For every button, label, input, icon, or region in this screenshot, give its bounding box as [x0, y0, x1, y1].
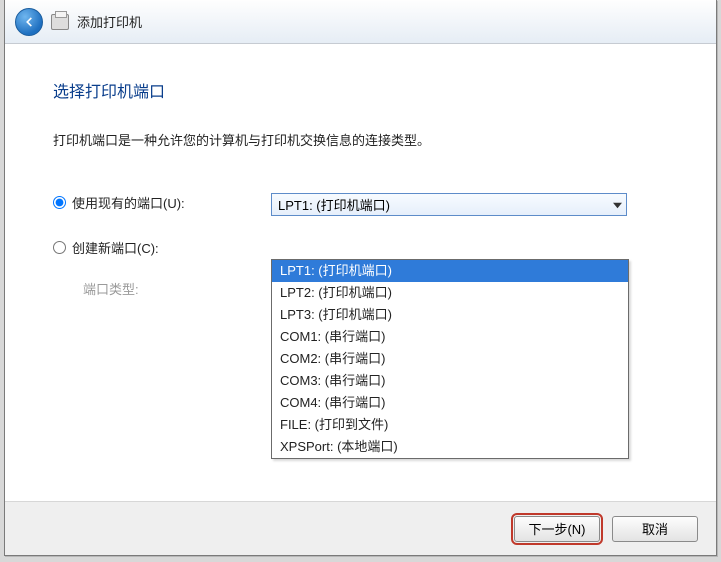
port-option[interactable]: COM2: (串行端口): [272, 348, 628, 370]
page-description: 打印机端口是一种允许您的计算机与打印机交换信息的连接类型。: [53, 130, 670, 149]
port-option[interactable]: FILE: (打印到文件): [272, 414, 628, 436]
port-option[interactable]: COM4: (串行端口): [272, 392, 628, 414]
port-option[interactable]: LPT3: (打印机端口): [272, 304, 628, 326]
radio-create-new[interactable]: 创建新端口(C):: [53, 238, 271, 257]
port-combo[interactable]: LPT1: (打印机端口): [271, 193, 627, 216]
chevron-down-icon: [613, 198, 622, 213]
cancel-button[interactable]: 取消: [612, 516, 698, 542]
next-button[interactable]: 下一步(N): [514, 516, 600, 542]
port-option[interactable]: LPT1: (打印机端口): [272, 260, 628, 282]
radio-use-existing-input[interactable]: [53, 196, 66, 209]
printer-icon: [51, 14, 69, 30]
port-type-label: 端口类型:: [83, 279, 139, 298]
dialog-window: 添加打印机 选择打印机端口 打印机端口是一种允许您的计算机与打印机交换信息的连接…: [4, 0, 717, 556]
dialog-footer: 下一步(N) 取消: [5, 501, 716, 555]
port-dropdown-list[interactable]: LPT1: (打印机端口) LPT2: (打印机端口) LPT3: (打印机端口…: [271, 259, 629, 459]
page-heading: 选择打印机端口: [53, 78, 670, 102]
back-arrow-icon: [22, 15, 36, 29]
port-option[interactable]: COM1: (串行端口): [272, 326, 628, 348]
port-combo-value: LPT1: (打印机端口): [278, 195, 390, 214]
port-option[interactable]: LPT2: (打印机端口): [272, 282, 628, 304]
port-option[interactable]: COM3: (串行端口): [272, 370, 628, 392]
port-option[interactable]: XPSPort: (本地端口): [272, 436, 628, 458]
radio-create-new-input[interactable]: [53, 241, 66, 254]
back-button[interactable]: [15, 8, 43, 36]
radio-create-new-label: 创建新端口(C):: [72, 238, 159, 257]
radio-use-existing[interactable]: 使用现有的端口(U):: [53, 193, 271, 212]
dialog-header: 添加打印机: [5, 0, 716, 44]
dialog-content: 选择打印机端口 打印机端口是一种允许您的计算机与打印机交换信息的连接类型。 使用…: [5, 44, 716, 501]
dialog-title: 添加打印机: [77, 12, 142, 31]
radio-use-existing-label: 使用现有的端口(U):: [72, 193, 185, 212]
